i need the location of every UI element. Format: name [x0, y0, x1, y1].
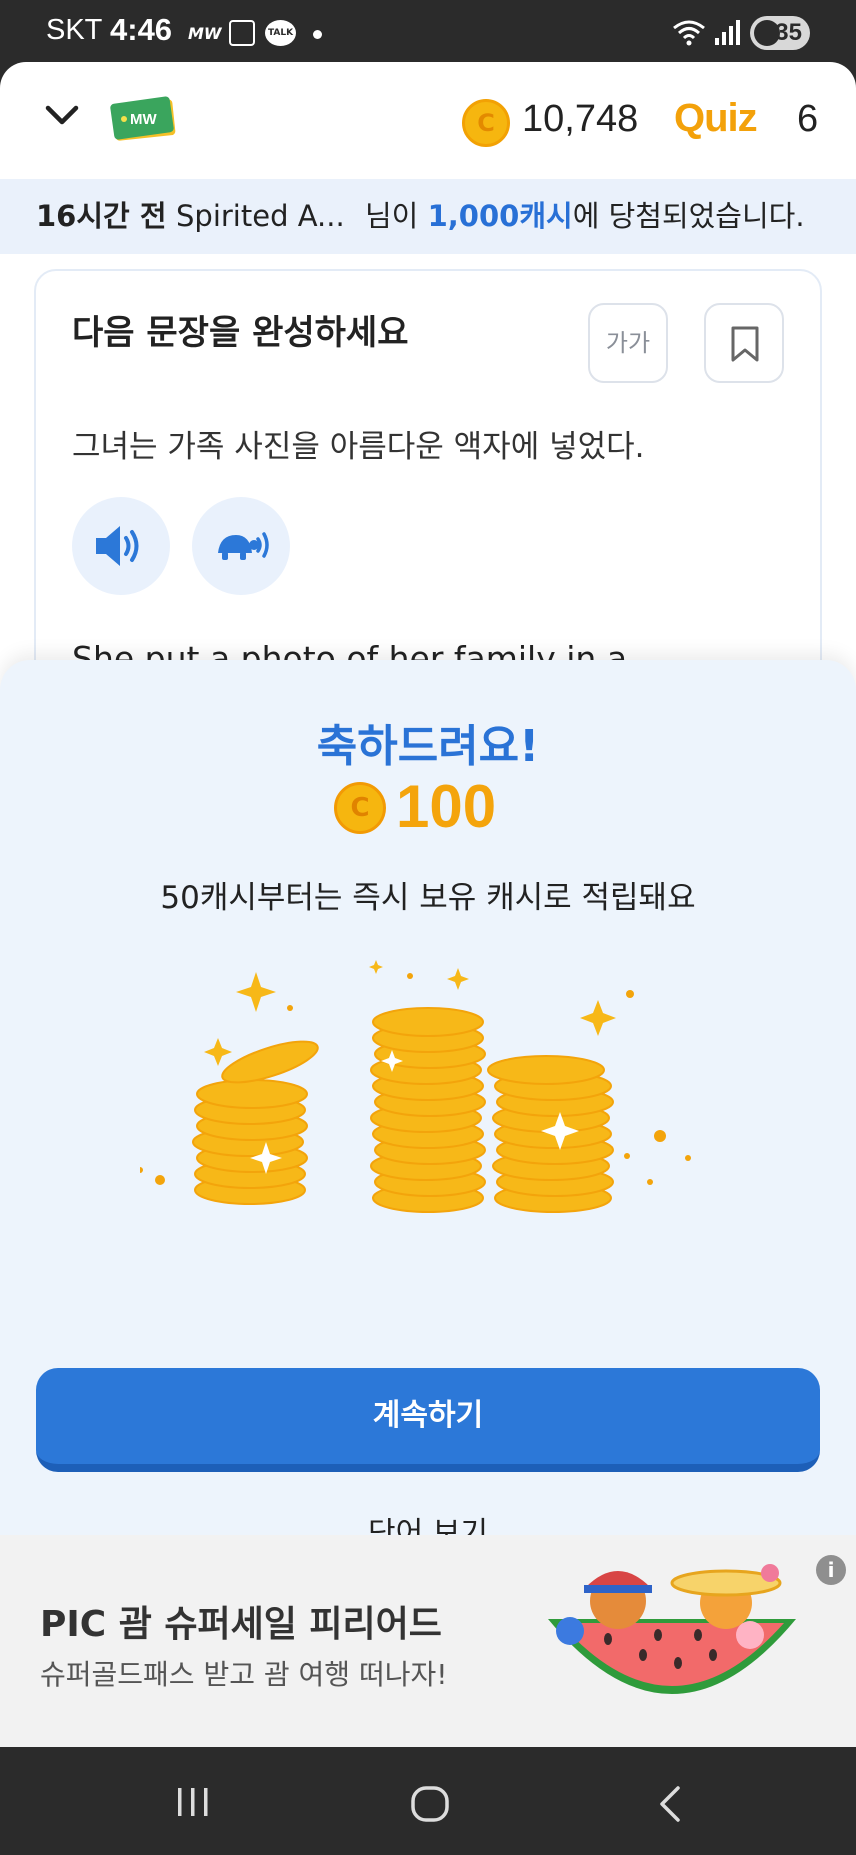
coin-balance[interactable]: 10,748 — [522, 98, 638, 141]
clock: 4:46 — [110, 12, 173, 47]
play-audio-button[interactable] — [72, 497, 170, 595]
quiz-count: 6 — [797, 98, 819, 140]
quiz-logo[interactable]: Quiz — [674, 96, 758, 141]
reward-note: 50캐시부터는 즉시 보유 캐시로 적립돼요 — [160, 880, 696, 916]
carrier-label: SKT — [46, 14, 103, 46]
mw-notification-icon: MW — [188, 24, 222, 43]
ad-title[interactable]: PIC 괌 슈퍼세일 피리어드 — [40, 1595, 442, 1647]
app-screen: MW 10,748 Quiz 6 16시간 전 Spirited A... 님이… — [0, 62, 856, 1747]
chevron-down-icon[interactable] — [44, 102, 80, 128]
bookmark-button[interactable] — [704, 303, 784, 383]
question-sentence: 그녀는 가족 사진을 아름다운 액자에 넣었다. — [72, 429, 645, 465]
ticker-message: 님이 1,000캐시에 당첨되었습니다. — [365, 179, 805, 254]
ticker-prize: 1,000캐시 — [427, 199, 573, 233]
kakaotalk-notification-icon: TALK — [265, 20, 296, 46]
turtle-speaker-icon — [218, 532, 269, 560]
system-nav-bar — [0, 1747, 856, 1855]
app-notification-icon — [229, 20, 255, 46]
watermelon-characters-image[interactable] — [548, 1559, 828, 1739]
logo-text: MW — [130, 111, 157, 128]
reward-amount: 100 — [396, 773, 497, 840]
speaker-icon — [96, 526, 139, 566]
question-title: 다음 문장을 완성하세요 — [72, 313, 409, 353]
reward-sheet: 축하드려요! 100 50캐시부터는 즉시 보유 캐시로 적립돼요 — [0, 660, 856, 1551]
wifi-icon — [673, 20, 705, 46]
coin-icon — [462, 99, 510, 147]
ticker-username: Spirited A... — [176, 199, 345, 233]
recent-apps-icon[interactable] — [174, 1785, 212, 1819]
back-icon[interactable] — [656, 1785, 684, 1823]
app-logo[interactable]: MW — [108, 92, 178, 146]
power-saving-icon — [754, 20, 780, 46]
ad-subtitle[interactable]: 슈퍼골드패스 받고 괌 여행 떠나자! — [40, 1653, 447, 1693]
continue-button[interactable]: 계속하기 — [36, 1368, 820, 1472]
ticker-pre: 님이 — [365, 199, 428, 233]
font-size-button[interactable]: 가가 — [588, 303, 668, 383]
coin-stacks-illustration — [140, 960, 691, 1213]
more-notifications-icon — [313, 30, 322, 39]
congrats-title: 축하드려요! — [316, 721, 540, 772]
status-bar: SKT 4:46 MW TALK 35 — [0, 0, 856, 66]
ticker-post: 에 당첨되었습니다. — [572, 199, 805, 233]
home-icon[interactable] — [410, 1785, 450, 1823]
ticker-time: 16시간 전 — [36, 199, 167, 233]
ad-info-button[interactable]: i — [816, 1555, 846, 1585]
ad-banner[interactable]: PIC 괌 슈퍼세일 피리어드 슈퍼골드패스 받고 괌 여행 떠나자! i — [0, 1535, 856, 1747]
battery-indicator: 35 — [750, 16, 810, 50]
winner-ticker: 16시간 전 Spirited A... 님이 1,000캐시에 당첨되었습니다… — [0, 179, 856, 254]
signal-icon — [715, 20, 740, 45]
play-slow-audio-button[interactable] — [192, 497, 290, 595]
bookmark-icon — [731, 326, 759, 362]
app-header: MW 10,748 Quiz 6 — [0, 62, 856, 177]
coin-icon — [334, 782, 386, 834]
